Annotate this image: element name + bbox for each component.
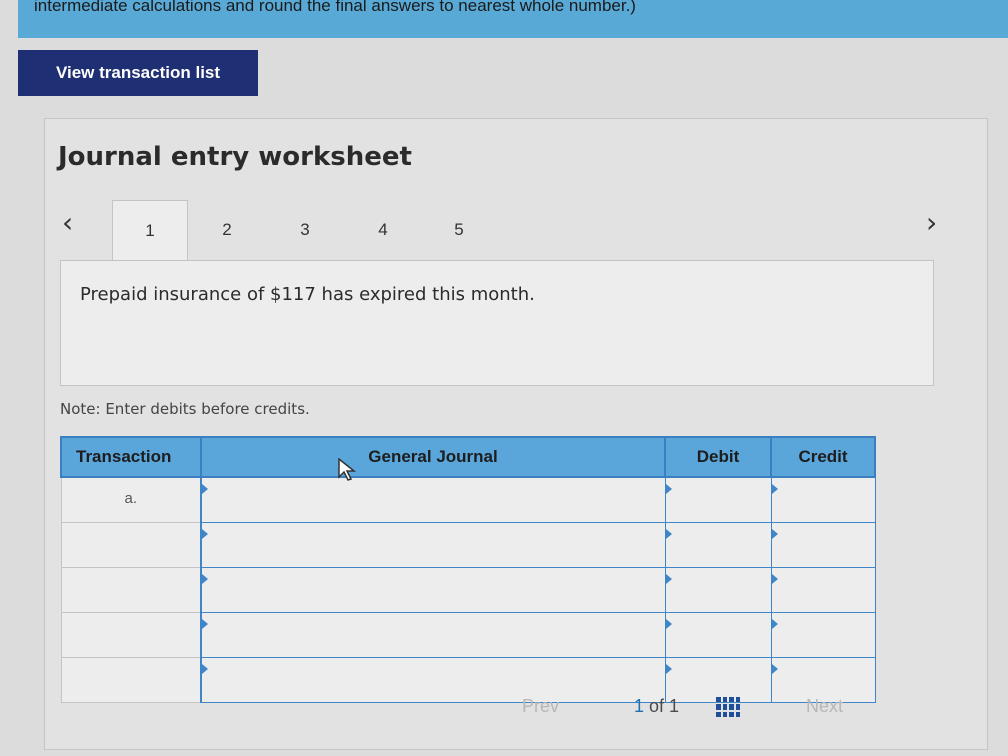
header-general-journal: General Journal xyxy=(200,436,666,478)
debit-input[interactable] xyxy=(664,612,772,658)
mouse-pointer-icon xyxy=(338,458,356,481)
transaction-cell: a. xyxy=(60,476,202,523)
header-debit: Debit xyxy=(664,436,772,478)
tab-4[interactable]: 4 xyxy=(346,200,420,260)
tab-2[interactable]: 2 xyxy=(190,200,264,260)
view-transaction-list-button[interactable]: View transaction list xyxy=(18,50,258,96)
account-select[interactable] xyxy=(200,476,666,523)
worksheet-title: Journal entry worksheet xyxy=(58,142,412,172)
tab-1[interactable]: 1 xyxy=(112,200,188,261)
transaction-cell xyxy=(60,522,202,568)
chevron-left-icon[interactable]: ‹ xyxy=(62,208,73,238)
page-total: of 1 xyxy=(649,696,680,716)
debit-input[interactable] xyxy=(664,476,772,523)
page-indicator: 1 of 1 xyxy=(634,696,679,717)
account-select[interactable] xyxy=(200,522,666,568)
table-row xyxy=(60,522,876,568)
debit-input[interactable] xyxy=(664,567,772,613)
credit-input[interactable] xyxy=(770,522,876,568)
credit-input[interactable] xyxy=(770,612,876,658)
table-row xyxy=(60,567,876,613)
tab-5[interactable]: 5 xyxy=(422,200,496,260)
description-box xyxy=(60,260,934,386)
transaction-cell xyxy=(60,657,202,703)
table-row xyxy=(60,612,876,658)
prev-button[interactable]: Prev xyxy=(522,696,559,717)
debit-input[interactable] xyxy=(664,657,772,703)
note-text: Note: Enter debits before credits. xyxy=(60,400,310,418)
tab-3[interactable]: 3 xyxy=(268,200,342,260)
chevron-right-icon[interactable]: › xyxy=(926,208,937,238)
transaction-cell xyxy=(60,612,202,658)
transaction-description: Prepaid insurance of $117 has expired th… xyxy=(80,284,535,305)
grid-icon[interactable] xyxy=(716,697,740,717)
next-button[interactable]: Next xyxy=(806,696,843,717)
table-row xyxy=(60,657,876,703)
account-select[interactable] xyxy=(200,657,666,703)
credit-input[interactable] xyxy=(770,567,876,613)
account-select[interactable] xyxy=(200,612,666,658)
header-credit: Credit xyxy=(770,436,876,478)
debit-input[interactable] xyxy=(664,522,772,568)
account-select[interactable] xyxy=(200,567,666,613)
credit-input[interactable] xyxy=(770,476,876,523)
table-row: a. xyxy=(60,476,876,523)
header-transaction: Transaction xyxy=(60,436,202,478)
current-page: 1 xyxy=(634,696,645,716)
transaction-cell xyxy=(60,567,202,613)
general-journal-table: Transaction General Journal Debit Credit… xyxy=(60,436,876,703)
instruction-text: intermediate calculations and round the … xyxy=(34,0,636,15)
